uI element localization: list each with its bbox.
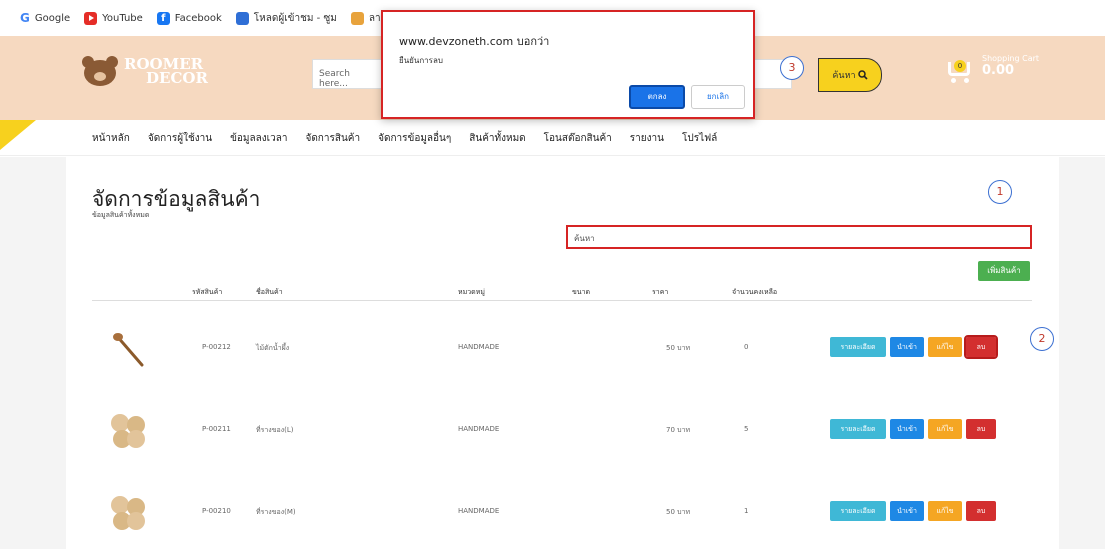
nav-item-users[interactable]: จัดการผู้ใช้งาน — [148, 131, 212, 146]
bookmark-site-1[interactable]: โหลดผู้เข้าชม - ซูม — [235, 11, 337, 26]
cell-price: 50 บาท — [666, 344, 691, 352]
nav-item-products[interactable]: จัดการสินค้า — [305, 131, 360, 146]
header-search-input[interactable]: Search here... — [312, 59, 382, 89]
edit-button[interactable]: แก้ไข — [928, 337, 962, 357]
delete-button[interactable]: ลบ — [966, 419, 996, 439]
cell-code: P-00210 — [202, 507, 231, 515]
bookmark-label: YouTube — [102, 12, 143, 24]
cart-label: Shopping Cart — [982, 54, 1040, 63]
table-row: P-00210 ที่รางของ(M) HANDMADE 50 บาท 1 ร… — [92, 481, 1032, 541]
header-search-button[interactable]: ค้นหา — [818, 58, 882, 92]
cell-name: ที่รางของ(L) — [256, 426, 294, 434]
import-button[interactable]: นำเข้า — [890, 501, 924, 521]
table-header: รหัสสินค้า ชื่อสินค้า หมวดหมู่ ขนาด ราคา… — [92, 285, 1032, 301]
nav-item-timelog[interactable]: ข้อมูลลงเวลา — [230, 131, 287, 146]
edit-button[interactable]: แก้ไข — [928, 419, 962, 439]
nav-item-report[interactable]: รายงาน — [630, 131, 664, 146]
dialog-cancel-button[interactable]: ยกเลิก — [691, 85, 745, 109]
col-category: หมวดหมู่ — [458, 288, 485, 296]
nav-item-other-data[interactable]: จัดการข้อมูลอื่นๆ — [378, 131, 451, 146]
cell-code: P-00212 — [202, 343, 231, 351]
product-thumbnail — [113, 333, 144, 367]
detail-button[interactable]: รายละเอียด — [830, 501, 886, 521]
cell-price: 50 บาท — [666, 508, 691, 516]
cell-name: ที่รางของ(M) — [256, 508, 296, 516]
site-icon — [350, 11, 364, 25]
logo-text-line2: DECOR — [146, 69, 208, 87]
cell-code: P-00211 — [202, 425, 231, 433]
nav-item-stock-transfer[interactable]: โอนสต๊อกสินค้า — [544, 131, 612, 146]
google-icon: G — [20, 11, 30, 25]
dialog-message: ยืนยันการลบ — [399, 56, 443, 65]
page-subtitle: ข้อมูลสินค้าทั้งหมด — [92, 211, 150, 219]
content-area: จัดการข้อมูลสินค้า ข้อมูลสินค้าทั้งหมด ค… — [0, 157, 1105, 549]
detail-button[interactable]: รายละเอียด — [830, 337, 886, 357]
product-thumbnail — [111, 496, 145, 530]
callout-1: 1 — [988, 180, 1012, 204]
product-thumbnail — [111, 414, 145, 448]
cart-icon: 0 — [944, 54, 974, 84]
dialog-title: www.devzoneth.com บอกว่า — [399, 35, 550, 48]
import-button[interactable]: นำเข้า — [890, 337, 924, 357]
nav-accent-shape — [0, 120, 36, 150]
callout-3: 3 — [780, 56, 804, 80]
product-panel: จัดการข้อมูลสินค้า ข้อมูลสินค้าทั้งหมด ค… — [66, 157, 1059, 549]
cell-name: ไม้ตักน้ำผึ้ง — [256, 344, 290, 352]
product-search-input[interactable]: ค้นหา — [566, 225, 1032, 249]
detail-button[interactable]: รายละเอียด — [830, 419, 886, 439]
bookmark-label: โหลดผู้เข้าชม - ซูม — [253, 12, 337, 24]
cart-count-badge: 0 — [954, 60, 966, 72]
add-product-button[interactable]: เพิ่มสินค้า — [978, 261, 1030, 281]
main-nav: หน้าหลัก จัดการผู้ใช้งาน ข้อมูลลงเวลา จั… — [0, 120, 1105, 156]
edit-button[interactable]: แก้ไข — [928, 501, 962, 521]
col-size: ขนาด — [572, 288, 591, 296]
facebook-icon: f — [156, 11, 170, 25]
logo[interactable]: ROOMER DECOR — [80, 54, 208, 88]
site-icon — [235, 11, 249, 25]
cart-total: 0.00 — [982, 63, 1015, 78]
table-row: P-00212 ไม้ตักน้ำผึ้ง HANDMADE 50 บาท 0 … — [92, 317, 1032, 377]
nav-item-all-products[interactable]: สินค้าทั้งหมด — [469, 131, 525, 146]
bookmark-label: Google — [34, 12, 71, 24]
nav-item-home[interactable]: หน้าหลัก — [92, 131, 130, 146]
col-price: ราคา — [652, 288, 669, 296]
cell-stock: 5 — [744, 425, 749, 433]
cell-stock: 1 — [744, 507, 749, 515]
import-button[interactable]: นำเข้า — [890, 419, 924, 439]
youtube-icon — [84, 11, 98, 25]
cell-category: HANDMADE — [458, 425, 500, 433]
cell-category: HANDMADE — [458, 507, 500, 515]
col-stock: จำนวนคงเหลือ — [732, 288, 778, 296]
col-code: รหัสสินค้า — [192, 288, 223, 296]
dialog-ok-button[interactable]: ตกลง — [629, 85, 685, 109]
cell-category: HANDMADE — [458, 343, 500, 351]
search-icon — [857, 70, 868, 80]
bookmark-label: Facebook — [174, 12, 222, 24]
bookmark-facebook[interactable]: f Facebook — [156, 11, 222, 25]
cell-stock: 0 — [744, 343, 749, 351]
shopping-cart[interactable]: 0 Shopping Cart 0.00 — [944, 54, 1039, 84]
bookmark-youtube[interactable]: YouTube — [84, 11, 143, 25]
cell-price: 70 บาท — [666, 426, 691, 434]
col-name: ชื่อสินค้า — [256, 288, 283, 296]
search-button-label: ค้นหา — [832, 71, 856, 81]
delete-button[interactable]: ลบ — [966, 501, 996, 521]
confirm-delete-dialog: www.devzoneth.com บอกว่า ยืนยันการลบ ตกล… — [381, 10, 755, 119]
delete-button[interactable]: ลบ — [964, 335, 998, 359]
nav-item-profile[interactable]: โปรไฟล์ — [682, 131, 717, 146]
callout-2: 2 — [1030, 327, 1054, 351]
table-row: P-00211 ที่รางของ(L) HANDMADE 70 บาท 5 ร… — [92, 399, 1032, 459]
bookmark-google[interactable]: G Google — [20, 11, 70, 25]
bear-logo-icon — [80, 54, 120, 88]
